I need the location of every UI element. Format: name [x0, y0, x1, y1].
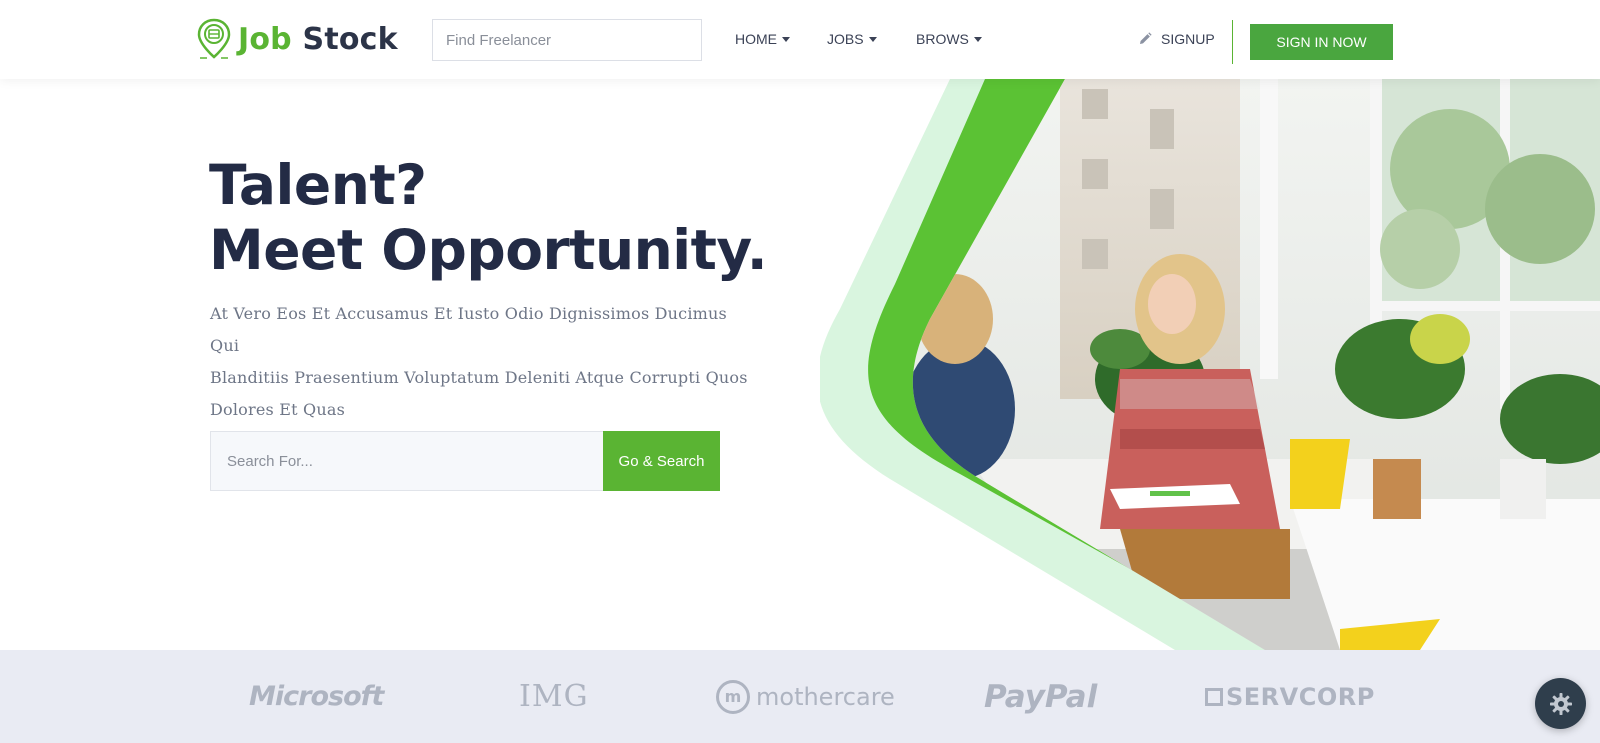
- partner-name: SERVCORP: [1226, 682, 1375, 711]
- partner-logos-strip: Microsoft IMG m mothercare PayPal SERVCO…: [0, 650, 1600, 743]
- nav-item-jobs[interactable]: JOBS: [827, 31, 877, 47]
- servcorp-square-icon: [1205, 687, 1223, 706]
- nav-item-home[interactable]: HOME: [735, 31, 790, 47]
- lead-line-2: Blanditiis Praesentium Voluptatum Deleni…: [210, 368, 748, 387]
- headline-line-2: Meet Opportunity.: [209, 218, 768, 282]
- partner-logo-paypal: PayPal: [984, 650, 1097, 743]
- map-pin-icon: [197, 18, 231, 59]
- pencil-icon: [1140, 32, 1152, 44]
- go-search-button[interactable]: Go & Search: [603, 431, 720, 491]
- header-divider: [1232, 20, 1233, 64]
- nav-label: HOME: [735, 31, 777, 47]
- mothercare-ring-icon: m: [716, 679, 750, 714]
- nav-label: BROWS: [916, 31, 969, 47]
- signup-label: SIGNUP: [1161, 31, 1215, 47]
- nav-item-brows[interactable]: BROWS: [916, 31, 982, 47]
- headline-line-1: Talent?: [209, 153, 427, 217]
- logo[interactable]: Job Stock: [197, 18, 398, 60]
- hero-search-form: Go & Search: [210, 431, 720, 491]
- gear-icon: [1549, 692, 1572, 715]
- office-photo: [820, 79, 1600, 650]
- partner-name: PayPal: [984, 678, 1098, 715]
- hero-headline: Talent? Meet Opportunity.: [209, 153, 768, 283]
- settings-fab-button[interactable]: [1535, 678, 1586, 729]
- sign-in-button[interactable]: SIGN IN NOW: [1250, 24, 1393, 60]
- hero-image: [820, 79, 1600, 650]
- caret-down-icon: [973, 36, 982, 42]
- partner-logo-img: IMG: [519, 650, 589, 743]
- signup-link[interactable]: SIGNUP: [1138, 31, 1215, 47]
- hero-description: At Vero Eos Et Accusamus Et Iusto Odio D…: [210, 298, 750, 426]
- caret-down-icon: [782, 36, 790, 42]
- partner-name: IMG: [519, 679, 589, 714]
- lead-line-3: Dolores Et Quas: [210, 400, 345, 419]
- partner-logo-servcorp: SERVCORP: [1205, 650, 1375, 743]
- partner-logo-mothercare: m mothercare: [716, 650, 895, 743]
- partner-logo-microsoft: Microsoft: [249, 650, 384, 743]
- lead-line-1: At Vero Eos Et Accusamus Et Iusto Odio D…: [210, 304, 727, 355]
- partner-name: mothercare: [756, 682, 895, 711]
- nav-label: JOBS: [827, 31, 864, 47]
- find-freelancer-input[interactable]: [432, 19, 702, 61]
- caret-down-icon: [868, 36, 877, 42]
- hero-search-input[interactable]: [210, 431, 603, 491]
- partner-name: Microsoft: [249, 681, 384, 712]
- site-header: Job Stock HOME JOBS BROWS SIGNUP SIGN IN…: [0, 0, 1600, 79]
- logo-text: Job Stock: [238, 21, 398, 57]
